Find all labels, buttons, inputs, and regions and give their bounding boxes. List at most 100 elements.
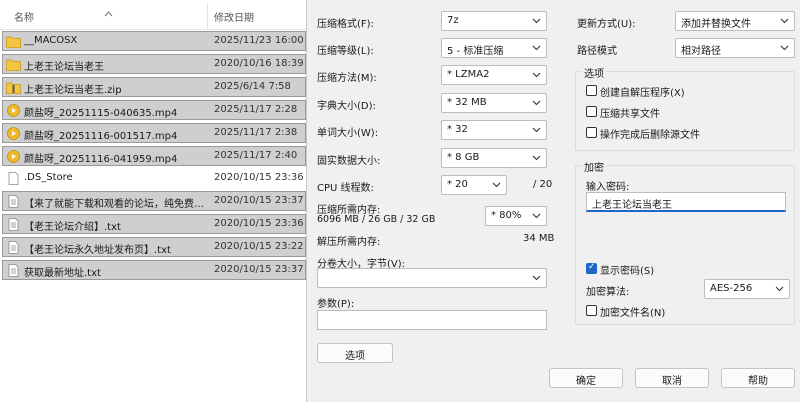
folder-icon-graphic [6,36,21,48]
file-row[interactable]: 获取最新地址.txt 2020/10/15 23:37 [2,260,306,280]
delete-after-checkbox[interactable]: 操作完成后删除源文件 [586,126,786,141]
file-row[interactable]: 【老王论坛永久地址发布页】.txt 2020/10/15 23:22 [2,237,306,258]
split-volume-combobox[interactable] [317,268,547,288]
file-row[interactable]: 上老王论坛当老王.zip 2025/6/14 7:58 [2,76,306,97]
media-file-icon-graphic [7,149,20,163]
file-row[interactable]: 【老王论坛介绍】.txt 2020/10/15 23:36 [2,214,306,235]
text-file-icon [6,241,21,254]
format-label: 压缩格式(F): [317,19,374,30]
encrypt-filenames-checkbox-box[interactable] [586,305,597,316]
file-row[interactable]: .DS_Store 2020/10/15 23:36 [2,168,306,189]
file-modified-date: 2025/11/17 2:28 [214,103,298,115]
file-row[interactable]: 【来了就能下载和观看的论坛，纯免费！... 2020/10/15 23:37 [2,191,306,212]
level-select[interactable]: 5 - 标准压缩 [441,38,547,58]
file-modified-date: 2020/10/15 23:37 [214,195,304,207]
delete-after-checkbox-box[interactable] [586,127,597,138]
encrypt-filenames-checkbox[interactable]: 加密文件名(N) [586,304,736,319]
text-file-icon [6,195,21,209]
text-file-icon [6,264,21,277]
file-name: 【来了就能下载和观看的论坛，纯免费！... [24,199,212,211]
file-row[interactable]: 颜盐呀_20251115-040635.mp4 2025/11/17 2:28 [2,99,306,120]
cpu-threads-select[interactable]: * 20 [441,175,507,195]
zip-folder-icon-graphic [6,82,21,94]
show-password-checkbox-label: 显示密码(S) [600,266,655,277]
method-select[interactable]: * LZMA2 [441,65,547,85]
sfx-checkbox-label: 创建自解压程序(X) [600,88,685,99]
chevron-down-icon [532,18,541,24]
solid-block-select[interactable]: * 8 GB [441,148,547,168]
file-modified-date: 2020/10/15 23:36 [214,218,304,230]
file-modified-date: 2020/10/16 18:39 [214,57,304,69]
update-mode-value: 添加并替换文件 [681,19,751,30]
file-list-header: 名称 修改日期 [0,0,306,30]
sfx-checkbox-box[interactable] [586,85,597,96]
chevron-down-icon [532,100,541,106]
dialog-top-edge [307,0,800,5]
cancel-button[interactable]: 取消 [635,368,709,388]
shared-files-checkbox-box[interactable] [586,106,597,117]
dictionary-label: 字典大小(D): [317,101,376,112]
method-label: 压缩方法(M): [317,73,377,84]
sfx-checkbox[interactable]: 创建自解压程序(X) [586,84,786,99]
solid-block-label: 固实数据大小: [317,156,381,167]
text-file-icon-graphic [8,195,19,209]
options-button[interactable]: 选项 [317,343,393,363]
zip-folder-icon [6,81,21,94]
file-row[interactable]: __MACOSX 2025/11/23 16:00 [2,31,306,51]
dictionary-value: * 32 MB [447,97,487,108]
parameters-label: 参数(P): [317,299,355,310]
add-to-archive-dialog: 压缩格式(F): 7z 压缩等级(L): 5 - 标准压缩 压缩方法(M): *… [306,0,800,402]
cpu-threads-total: / 20 [533,179,553,190]
path-mode-select[interactable]: 相对路径 [675,38,795,58]
file-name: 获取最新地址.txt [24,268,101,279]
parameters-input[interactable] [317,310,547,330]
method-value: * LZMA2 [447,69,490,80]
ok-button[interactable]: 确定 [549,368,623,388]
shared-files-checkbox-label: 压缩共享文件 [600,109,660,120]
password-label: 输入密码: [586,182,630,193]
file-modified-date: 2020/10/15 23:36 [214,172,304,184]
help-button[interactable]: 帮助 [721,368,795,388]
word-size-value: * 32 [447,124,468,135]
file-name: 颜盐呀_20251116-001517.mp4 [24,130,178,142]
file-row[interactable]: 上老王论坛当老王 2020/10/16 18:39 [2,53,306,74]
word-size-select[interactable]: * 32 [441,120,547,140]
file-modified-date: 2025/11/17 2:38 [214,126,298,138]
memory-usage-value: * 80% [491,210,522,221]
cpu-threads-value: * 20 [447,179,468,190]
show-password-checkbox[interactable]: 显示密码(S) [586,262,736,277]
memory-usage-select[interactable]: * 80% [485,206,547,226]
dictionary-select[interactable]: * 32 MB [441,93,547,113]
format-select[interactable]: 7z [441,11,547,31]
encryption-group: 加密 输入密码: 上老王论坛当老王 显示密码(S) 加密算法: AES-256 … [575,159,795,325]
file-name: 颜盐呀_20251116-041959.mp4 [24,153,178,165]
text-file-icon [6,218,21,232]
encryption-method-select[interactable]: AES-256 [704,279,790,299]
chevron-down-icon [532,127,541,133]
media-file-icon [6,149,21,163]
column-divider[interactable] [207,3,208,29]
update-mode-select[interactable]: 添加并替换文件 [675,11,795,31]
file-modified-date: 2020/10/15 23:37 [214,264,304,275]
file-modified-date: 2025/6/14 7:58 [214,80,291,92]
sort-ascending-icon [104,9,113,20]
file-modified-date: 2025/11/23 16:00 [214,35,304,46]
column-header-name[interactable]: 名称 [14,9,34,24]
folder-icon [6,58,21,71]
chevron-down-icon [532,213,541,219]
file-icon-graphic [8,172,19,186]
file-row[interactable]: 颜盐呀_20251116-001517.mp4 2025/11/17 2:38 [2,122,306,143]
file-row[interactable]: 颜盐呀_20251116-041959.mp4 2025/11/17 2:40 [2,145,306,166]
chevron-down-icon [775,286,784,292]
column-header-date[interactable]: 修改日期 [214,9,254,24]
options-group-title: 选项 [582,65,606,80]
file-list-pane: 名称 修改日期 __MACOSX 2025/11/23 16:00 上老王论坛当老王… [0,0,306,402]
show-password-checkbox-box[interactable] [586,262,597,274]
chevron-down-icon [492,182,501,188]
file-name: 【老王论坛永久地址发布页】.txt [24,245,171,257]
password-input[interactable]: 上老王论坛当老王 [586,192,786,212]
delete-after-checkbox-label: 操作完成后删除源文件 [600,130,700,141]
shared-files-checkbox[interactable]: 压缩共享文件 [586,105,786,120]
media-file-icon [6,126,21,140]
text-file-icon-graphic [8,264,19,277]
